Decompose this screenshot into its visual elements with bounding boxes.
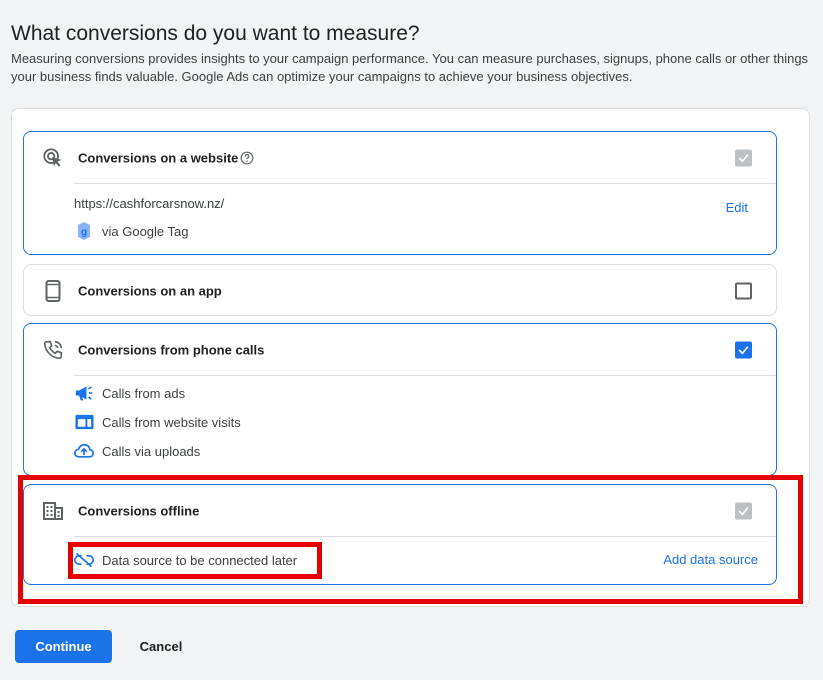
calls-from-ads-label: Calls from ads	[102, 385, 186, 401]
google-tag-icon: g	[74, 222, 94, 240]
phone-checkbox[interactable]	[735, 341, 752, 358]
calls-from-ads-row: Calls from ads	[74, 384, 185, 402]
continue-button[interactable]: Continue	[15, 630, 112, 663]
cancel-button[interactable]: Cancel	[128, 630, 194, 663]
card-phone-conversions[interactable]: Conversions from phone calls Calls from …	[23, 323, 777, 476]
edit-button[interactable]: Edit	[726, 200, 748, 215]
card-website-title: Conversions on a website	[78, 150, 239, 165]
svg-text:g: g	[81, 227, 87, 238]
cursor-click-icon	[42, 147, 64, 169]
card-divider	[74, 183, 776, 184]
calls-from-website-label: Calls from website visits	[102, 414, 241, 430]
help-circle-icon[interactable]	[240, 151, 254, 165]
google-tag-label: via Google Tag	[102, 223, 189, 239]
website-url-row: https://cashforcarsnow.nz/	[74, 196, 224, 211]
page-description: Measuring conversions provides insights …	[11, 51, 809, 84]
calls-from-website-row: Calls from website visits	[74, 413, 241, 431]
calls-via-uploads-row: Calls via uploads	[74, 442, 200, 460]
card-app-title: Conversions on an app	[78, 283, 222, 298]
smartphone-icon	[42, 279, 64, 302]
google-tag-row: g via Google Tag	[74, 222, 189, 240]
card-phone-title: Conversions from phone calls	[78, 342, 265, 357]
megaphone-icon	[74, 384, 94, 402]
phone-call-icon	[42, 339, 64, 361]
page-title: What conversions do you want to measure?	[11, 22, 420, 45]
website-checkbox[interactable]	[735, 149, 752, 166]
app-checkbox[interactable]	[735, 282, 752, 299]
offline-card-highlight	[18, 475, 803, 604]
card-divider	[74, 375, 776, 376]
calls-via-uploads-label: Calls via uploads	[102, 443, 201, 459]
source-row-highlight	[68, 542, 322, 579]
card-app-conversions[interactable]: Conversions on an app	[23, 264, 777, 316]
cloud-upload-icon	[74, 442, 94, 460]
web-window-icon	[74, 413, 94, 431]
website-url: https://cashforcarsnow.nz/	[74, 196, 225, 211]
card-website-conversions[interactable]: Conversions on a website https://cashfor…	[23, 131, 777, 255]
